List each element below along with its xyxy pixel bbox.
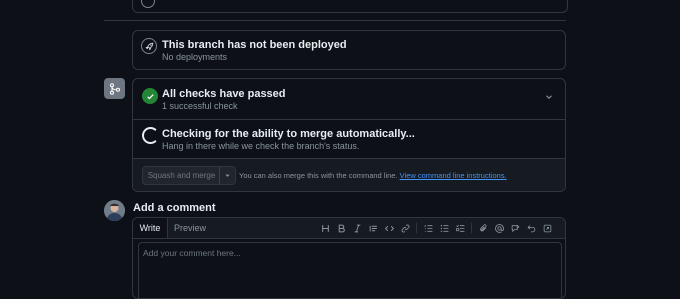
heading-icon[interactable]: [317, 221, 333, 235]
toolbar-divider: [471, 223, 472, 233]
squash-and-merge-button[interactable]: Squash and merge: [142, 166, 221, 185]
git-merge-icon: [104, 78, 125, 99]
command-line-hint: You can also merge this with the command…: [239, 171, 507, 180]
deployment-title: This branch has not been deployed: [162, 39, 347, 51]
formatting-toolbar: [317, 221, 555, 235]
timeline-divider: [104, 20, 566, 21]
chevron-down-icon[interactable]: [544, 92, 554, 102]
check-success-icon: [142, 88, 158, 104]
attach-icon[interactable]: [475, 221, 491, 235]
caret-down-icon: [225, 174, 230, 177]
link-icon[interactable]: [397, 221, 413, 235]
mention-icon[interactable]: [491, 221, 507, 235]
merge-method-dropdown[interactable]: [219, 166, 236, 185]
task-list-icon[interactable]: [452, 221, 468, 235]
merge-panel: All checks have passed 1 successful chec…: [132, 78, 566, 192]
checks-subtitle: 1 successful check: [162, 101, 238, 111]
undo-icon[interactable]: [523, 221, 539, 235]
mergeability-subtitle: Hang in there while we check the branch'…: [162, 141, 360, 151]
command-line-instructions-link[interactable]: View command line instructions.: [400, 171, 507, 180]
unordered-list-icon[interactable]: [436, 221, 452, 235]
italic-icon[interactable]: [349, 221, 365, 235]
loading-spinner-icon: [142, 127, 159, 144]
avatar[interactable]: [104, 200, 125, 221]
previous-timeline-box: [132, 0, 568, 13]
tab-write[interactable]: Write: [133, 218, 168, 238]
checks-title: All checks have passed: [162, 88, 286, 100]
quote-icon[interactable]: [365, 221, 381, 235]
reference-icon[interactable]: [507, 221, 523, 235]
add-comment-heading: Add a comment: [133, 202, 216, 214]
toolbar-divider: [416, 223, 417, 233]
bold-icon[interactable]: [333, 221, 349, 235]
comment-placeholder: Add your comment here...: [143, 248, 241, 258]
deployment-subtitle: No deployments: [162, 52, 228, 62]
tab-preview[interactable]: Preview: [169, 218, 211, 238]
command-line-hint-text: You can also merge this with the command…: [239, 171, 398, 180]
comment-editor: Write Preview Add your comment here...: [132, 217, 566, 299]
rocket-icon: [141, 38, 157, 54]
mergeability-title: Checking for the ability to merge automa…: [162, 128, 415, 140]
ordered-list-icon[interactable]: [420, 221, 436, 235]
code-icon[interactable]: [381, 221, 397, 235]
fullscreen-icon[interactable]: [539, 221, 555, 235]
